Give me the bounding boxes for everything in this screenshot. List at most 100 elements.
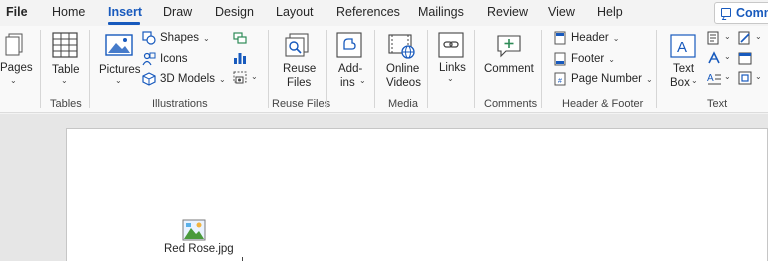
group-label-illustrations: Illustrations xyxy=(152,98,208,110)
add-ins-icon xyxy=(336,32,362,58)
chevron-down-icon: ⌄ xyxy=(645,74,653,84)
chevron-down-icon: ⌄ xyxy=(218,74,226,84)
group-label-media: Media xyxy=(388,98,418,110)
chevron-down-icon: ⌄ xyxy=(10,76,17,85)
reuse-files-icon xyxy=(285,33,309,57)
group-separator xyxy=(427,30,428,108)
tab-layout[interactable]: Layout xyxy=(276,5,314,19)
header-label: Header xyxy=(571,32,609,44)
group-separator xyxy=(474,30,475,108)
add-ins-label-2: ins xyxy=(340,77,355,89)
tab-home[interactable]: Home xyxy=(52,5,85,19)
tab-design[interactable]: Design xyxy=(215,5,254,19)
group-separator xyxy=(656,30,657,108)
document-page[interactable] xyxy=(66,128,768,261)
chevron-down-icon: ⌄ xyxy=(612,33,620,43)
text-box-icon: A xyxy=(670,34,696,58)
page-number-button[interactable]: # Page Number ⌄ xyxy=(553,72,653,86)
group-label-text: Text xyxy=(707,98,728,110)
document-canvas xyxy=(0,114,768,261)
header-button[interactable]: Header ⌄ xyxy=(553,31,619,45)
object-icon xyxy=(738,71,752,85)
svg-text:A: A xyxy=(707,73,714,84)
comment-label: Comment xyxy=(484,63,534,75)
group-separator xyxy=(374,30,375,108)
chevron-down-icon: ⌄ xyxy=(359,76,366,85)
calendar-icon xyxy=(738,52,752,65)
chevron-down-icon: ⌄ xyxy=(724,72,731,81)
tab-view[interactable]: View xyxy=(548,5,575,19)
chevron-down-icon: ⌄ xyxy=(724,52,731,61)
text-box-label-1: Text xyxy=(673,63,695,75)
footer-label: Footer xyxy=(571,53,605,65)
file-name-label: Red Rose.jpg xyxy=(164,243,234,255)
3d-models-label: 3D Models xyxy=(160,73,215,85)
comments-pane-button[interactable]: Comm xyxy=(714,2,768,24)
3d-models-button[interactable]: 3D Models ⌄ xyxy=(142,72,226,86)
ribbon-insert: Pages ⌄ Table ⌄ Tables Pictures ⌄ Shapes… xyxy=(0,26,768,113)
comments-pane-label: Comm xyxy=(736,6,768,20)
group-separator xyxy=(326,30,327,108)
online-video-icon xyxy=(388,34,415,59)
shapes-label: Shapes xyxy=(160,32,200,44)
link-icon xyxy=(438,32,464,58)
text-box-label-2: Box xyxy=(670,77,690,89)
chart-icon xyxy=(234,53,246,64)
page-number-label: Page Number xyxy=(571,73,642,85)
chevron-down-icon: ⌄ xyxy=(447,74,454,83)
tab-draw[interactable]: Draw xyxy=(163,5,192,19)
tab-insert[interactable]: Insert xyxy=(108,5,142,19)
group-label-tables: Tables xyxy=(50,98,82,110)
icons-icon xyxy=(142,52,156,66)
picture-icon xyxy=(105,34,133,56)
group-label-header-footer: Header & Footer xyxy=(562,98,644,110)
shapes-icon xyxy=(142,31,156,45)
icons-label: Icons xyxy=(160,53,188,65)
new-comment-icon xyxy=(497,35,521,58)
chevron-down-icon: ⌄ xyxy=(115,76,122,85)
chevron-down-icon: ⌄ xyxy=(608,54,615,64)
chevron-down-icon: ⌄ xyxy=(691,76,698,85)
pages-label: Pages xyxy=(0,62,33,74)
tab-references[interactable]: References xyxy=(336,5,400,19)
icons-button[interactable]: Icons xyxy=(142,52,188,66)
table-icon xyxy=(52,32,78,58)
group-separator xyxy=(268,30,269,108)
online-videos-label-2: Videos xyxy=(386,77,421,89)
group-separator xyxy=(541,30,542,108)
tab-help[interactable]: Help xyxy=(597,5,623,19)
active-tab-indicator xyxy=(108,22,140,25)
wordart-icon xyxy=(708,51,720,64)
group-label-comments: Comments xyxy=(484,98,538,110)
tab-review[interactable]: Review xyxy=(487,5,528,19)
drop-cap-icon: A xyxy=(707,73,721,85)
chevron-down-icon: ⌄ xyxy=(61,76,68,85)
online-videos-label-1: Online xyxy=(386,63,420,75)
header-icon xyxy=(554,31,566,45)
quick-parts-icon xyxy=(707,31,719,45)
image-file-icon xyxy=(182,219,206,241)
page-number-icon: # xyxy=(554,72,566,86)
ribbon-tab-bar: File Home Insert Draw Design Layout Refe… xyxy=(0,0,768,26)
pages-icon xyxy=(5,33,23,56)
reuse-files-label-2: Files xyxy=(287,77,312,89)
comment-icon xyxy=(721,8,731,17)
screenshot-icon xyxy=(233,71,247,84)
chevron-down-icon: ⌄ xyxy=(251,72,258,81)
shapes-button[interactable]: Shapes ⌄ xyxy=(142,31,210,45)
footer-button[interactable]: Footer ⌄ xyxy=(553,52,615,66)
tab-mailings[interactable]: Mailings xyxy=(418,5,464,19)
chevron-down-icon: ⌄ xyxy=(755,32,762,41)
chevron-down-icon: ⌄ xyxy=(203,33,210,43)
svg-text:A: A xyxy=(677,39,687,56)
chevron-down-icon: ⌄ xyxy=(724,32,731,41)
signature-icon xyxy=(738,31,750,45)
tab-file[interactable]: File xyxy=(6,5,28,19)
footer-icon xyxy=(554,52,566,66)
group-separator xyxy=(40,30,41,108)
chevron-down-icon: ⌄ xyxy=(755,72,762,81)
svg-text:#: # xyxy=(558,78,562,85)
text-cursor xyxy=(242,257,243,261)
group-label-reuse-files: Reuse Files xyxy=(272,98,331,110)
group-separator xyxy=(89,30,90,108)
